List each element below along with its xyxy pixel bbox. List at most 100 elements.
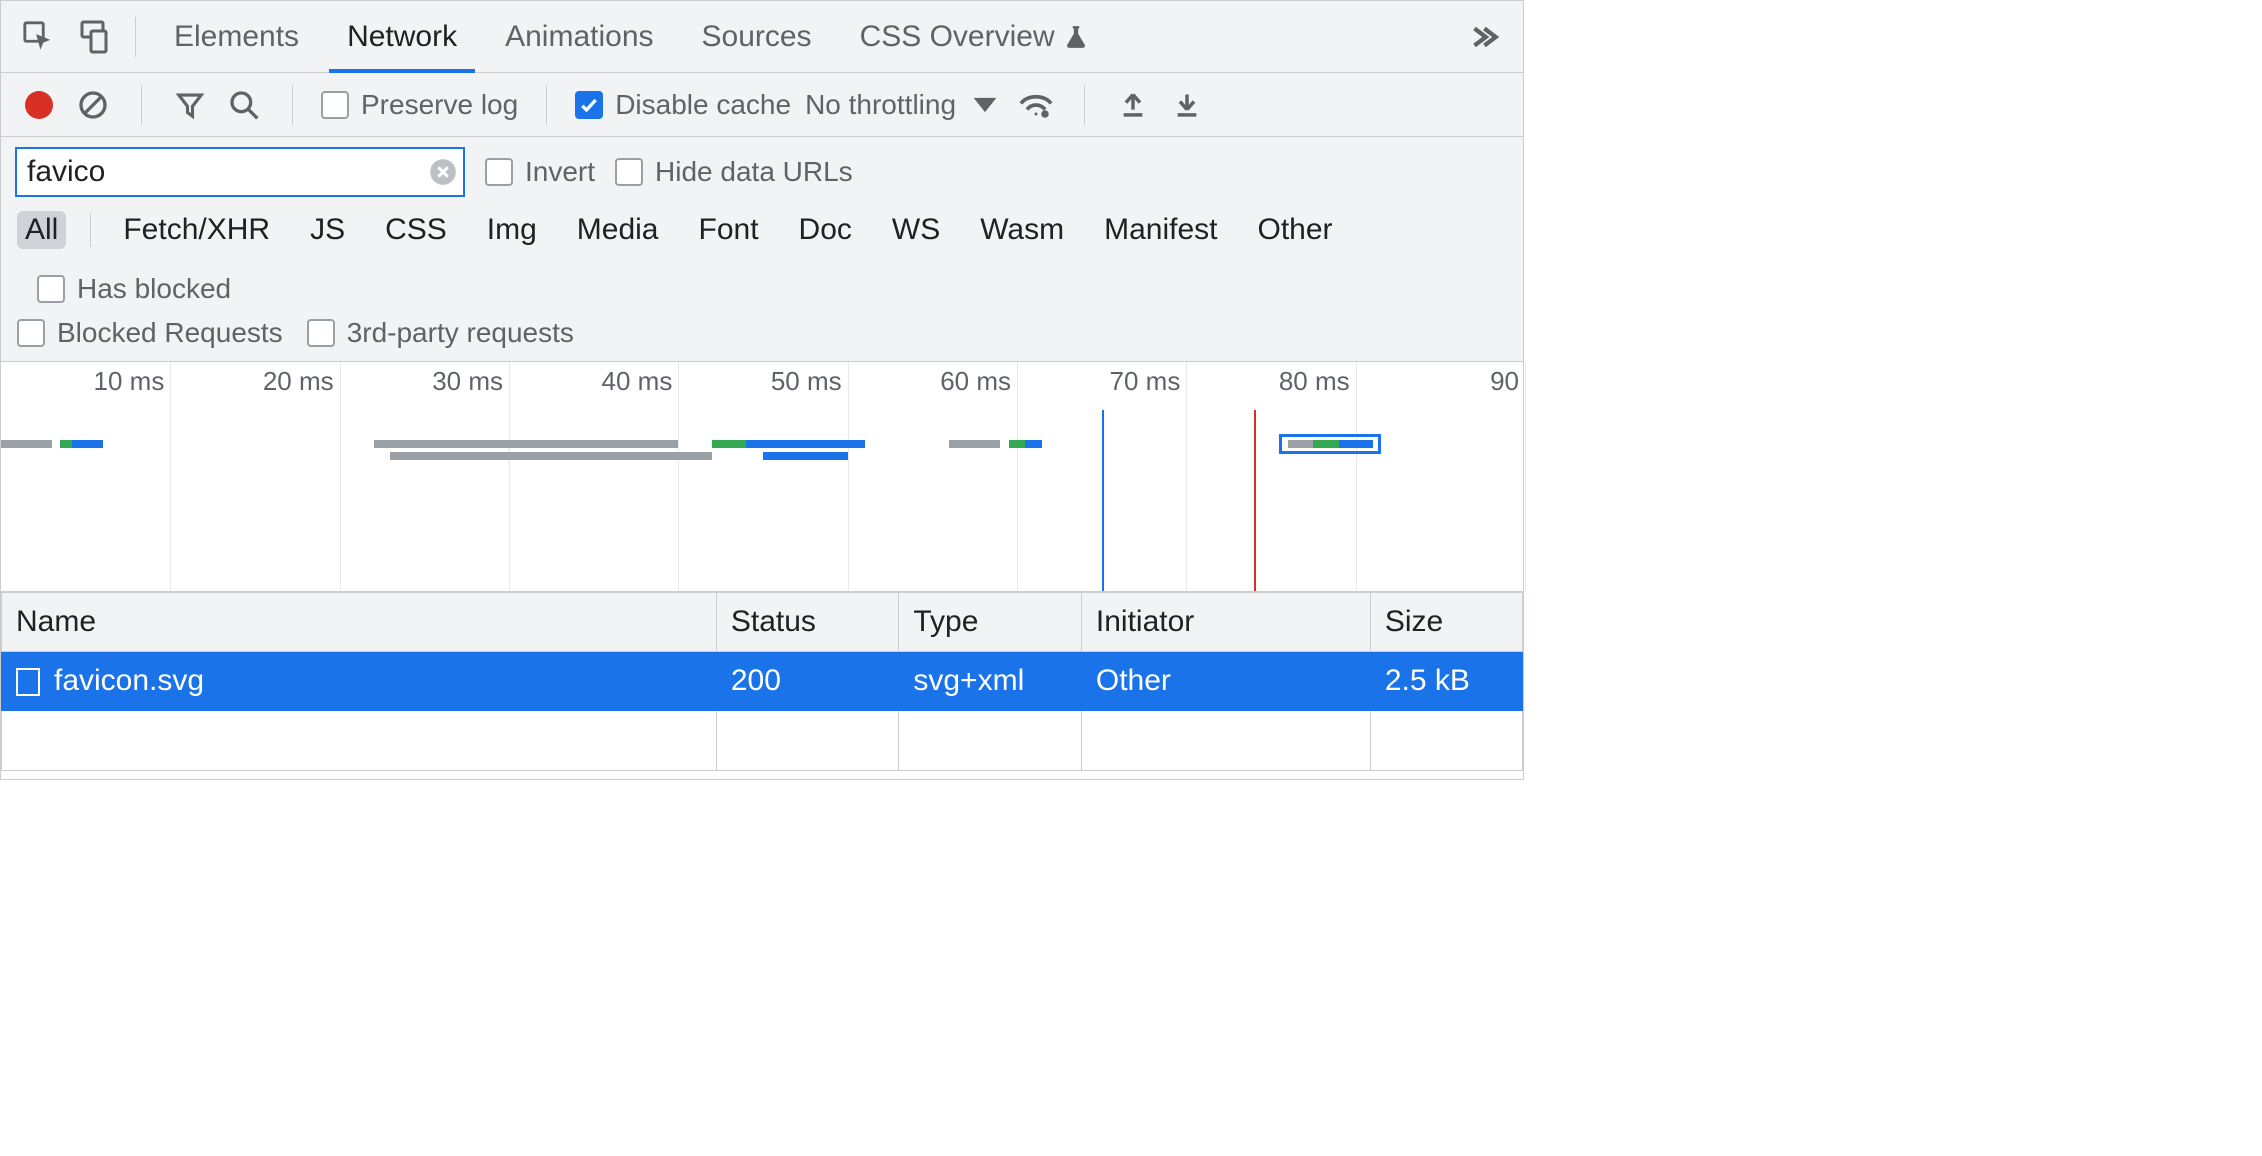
- throttling-label: No throttling: [805, 89, 956, 121]
- throttling-select[interactable]: No throttling: [805, 89, 1002, 121]
- hide-data-urls-checkbox[interactable]: Hide data URLs: [615, 156, 853, 188]
- timeline-tick-label: 90: [1490, 366, 1525, 397]
- separator: [141, 85, 142, 125]
- preserve-log-checkbox[interactable]: Preserve log: [321, 89, 518, 121]
- timeline-tick-label: 20 ms: [263, 366, 340, 397]
- col-type[interactable]: Type: [899, 593, 1082, 652]
- load-event-marker: [1254, 410, 1256, 591]
- type-filter-media[interactable]: Media: [569, 211, 667, 249]
- invert-checkbox[interactable]: Invert: [485, 156, 595, 188]
- has-blocked-label: Has blocked: [77, 273, 231, 305]
- third-party-label: 3rd-party requests: [347, 317, 574, 349]
- has-blocked-checkbox[interactable]: Has blocked: [37, 273, 231, 305]
- third-party-checkbox[interactable]: 3rd-party requests: [307, 317, 574, 349]
- type-filter-font[interactable]: Font: [691, 211, 767, 249]
- timeline-bar: [746, 440, 865, 448]
- timeline-bar: [72, 440, 102, 448]
- type-filter-css[interactable]: CSS: [377, 211, 455, 249]
- type-filter-other[interactable]: Other: [1250, 211, 1341, 249]
- disable-cache-checkbox[interactable]: Disable cache: [575, 89, 791, 121]
- network-conditions-icon[interactable]: [1016, 85, 1056, 125]
- checkbox-box: [485, 158, 513, 186]
- cell-status: 200: [716, 652, 899, 711]
- more-tabs-icon[interactable]: [1453, 7, 1513, 67]
- filter-input[interactable]: [15, 147, 465, 197]
- col-initiator[interactable]: Initiator: [1081, 593, 1370, 652]
- checkbox-box: [37, 275, 65, 303]
- timeline-selection[interactable]: [1279, 434, 1381, 454]
- timeline-tick-label: 40 ms: [602, 366, 679, 397]
- tab-elements[interactable]: Elements: [150, 1, 323, 73]
- timeline-bar: [1025, 440, 1042, 448]
- type-filter-doc[interactable]: Doc: [791, 211, 860, 249]
- type-filter-ws[interactable]: WS: [884, 211, 948, 249]
- separator: [546, 85, 547, 125]
- device-toggle-icon[interactable]: [66, 7, 121, 67]
- table-body: favicon.svg200svg+xmlOther2.5 kB: [2, 652, 1523, 771]
- record-button[interactable]: [19, 85, 59, 125]
- search-icon[interactable]: [224, 85, 264, 125]
- timeline-tick-label: 30 ms: [432, 366, 509, 397]
- table-row[interactable]: favicon.svg200svg+xmlOther2.5 kB: [2, 652, 1523, 711]
- checkbox-box: [575, 91, 603, 119]
- checkbox-box: [321, 91, 349, 119]
- hide-data-urls-label: Hide data URLs: [655, 156, 853, 188]
- timeline-bar: [712, 440, 746, 448]
- timeline-bar: [1009, 440, 1026, 448]
- checkbox-box: [307, 319, 335, 347]
- timeline-bar: [763, 452, 848, 460]
- filter-row: Invert Hide data URLs: [1, 137, 1523, 203]
- timeline-bar: [1, 440, 52, 448]
- type-filter-fetch-xhr[interactable]: Fetch/XHR: [115, 211, 278, 249]
- blocked-requests-label: Blocked Requests: [57, 317, 283, 349]
- filter-toggle-icon[interactable]: [170, 85, 210, 125]
- blocked-requests-checkbox[interactable]: Blocked Requests: [17, 317, 283, 349]
- tab-sources[interactable]: Sources: [678, 1, 836, 73]
- cell-type: svg+xml: [899, 652, 1082, 711]
- timeline-tick-label: 70 ms: [1110, 366, 1187, 397]
- table-row-empty: [2, 711, 1523, 771]
- type-filter-img[interactable]: Img: [479, 211, 545, 249]
- cell-initiator: Other: [1081, 652, 1370, 711]
- type-filter-js[interactable]: JS: [302, 211, 353, 249]
- separator: [292, 85, 293, 125]
- col-size[interactable]: Size: [1370, 593, 1522, 652]
- import-har-icon[interactable]: [1113, 85, 1153, 125]
- chevron-down-icon: [968, 95, 1002, 115]
- cell-size: 2.5 kB: [1370, 652, 1522, 711]
- clear-filter-icon[interactable]: [429, 158, 457, 186]
- separator: [135, 17, 136, 57]
- timeline-tick-label: 60 ms: [940, 366, 1017, 397]
- file-icon: [16, 668, 40, 696]
- tab-animations[interactable]: Animations: [481, 1, 677, 73]
- col-name[interactable]: Name: [2, 593, 717, 652]
- timeline-bar: [374, 440, 679, 448]
- timeline-bar: [949, 440, 1000, 448]
- checkbox-box: [615, 158, 643, 186]
- filter-input-wrap: [15, 147, 465, 197]
- resource-type-filters: All Fetch/XHR JS CSS Img Media Font Doc WS Wasm Ma…: [1, 203, 1523, 311]
- disable-cache-label: Disable cache: [615, 89, 791, 121]
- type-filter-manifest[interactable]: Manifest: [1096, 211, 1225, 249]
- clear-button[interactable]: [73, 85, 113, 125]
- tab-css-overview[interactable]: CSS Overview: [836, 1, 1113, 73]
- network-table: Name Status Type Initiator Size favicon.…: [1, 592, 1523, 771]
- blocked-filters-row: Blocked Requests 3rd-party requests: [1, 311, 1523, 362]
- timeline-tick-label: 80 ms: [1279, 366, 1356, 397]
- devtools-tabstrip: ElementsNetworkAnimationsSourcesCSS Over…: [1, 1, 1523, 73]
- preserve-log-label: Preserve log: [361, 89, 518, 121]
- type-filter-all[interactable]: All: [17, 211, 66, 249]
- inspect-element-icon[interactable]: [11, 7, 66, 67]
- type-filter-wasm[interactable]: Wasm: [972, 211, 1072, 249]
- separator: [1084, 85, 1085, 125]
- cell-name: favicon.svg: [2, 652, 717, 711]
- export-har-icon[interactable]: [1167, 85, 1207, 125]
- separator: [90, 213, 91, 247]
- invert-label: Invert: [525, 156, 595, 188]
- col-status[interactable]: Status: [716, 593, 899, 652]
- tab-network[interactable]: Network: [323, 1, 481, 73]
- table-header-row: Name Status Type Initiator Size: [2, 593, 1523, 652]
- timeline-overview[interactable]: 10 ms20 ms30 ms40 ms50 ms60 ms70 ms80 ms…: [1, 362, 1523, 592]
- types-container: All Fetch/XHR JS CSS Img Media Font Doc WS Wasm Ma…: [17, 211, 1341, 249]
- checkbox-box: [17, 319, 45, 347]
